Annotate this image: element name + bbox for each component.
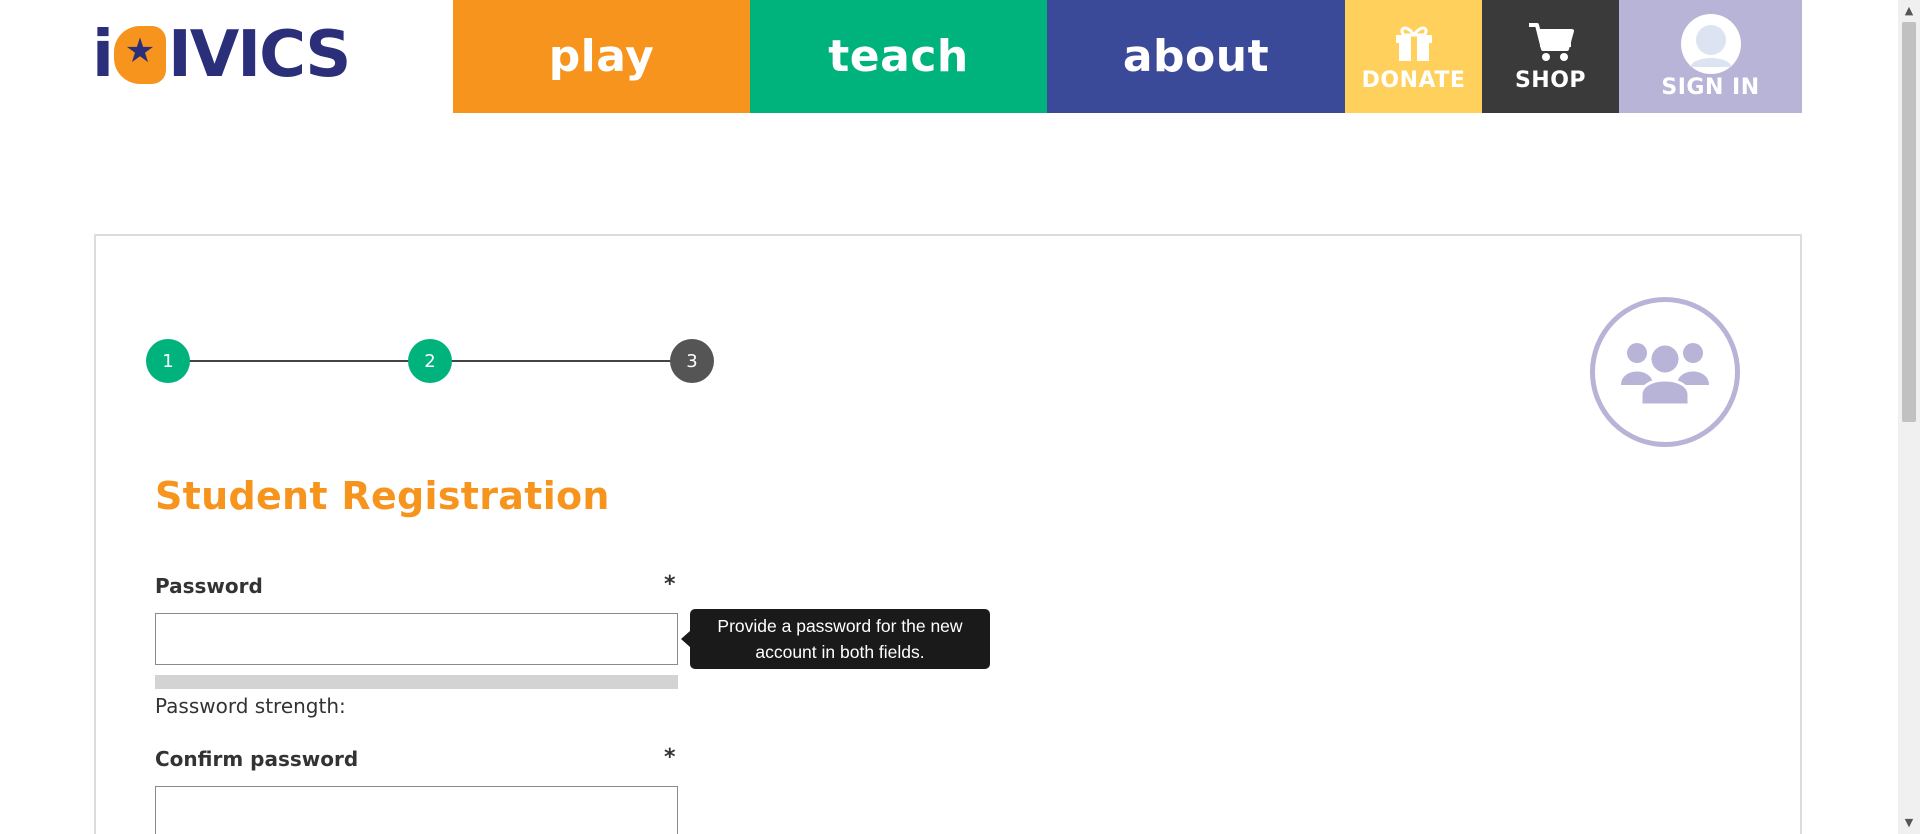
scroll-down-arrow-icon[interactable]: ▼ xyxy=(1898,812,1920,834)
page-scrollbar[interactable]: ▲ ▼ xyxy=(1898,0,1920,834)
nav-donate-label: DONATE xyxy=(1361,68,1466,93)
password-required-mark: * xyxy=(664,572,676,597)
nav-shop-label: SHOP xyxy=(1514,68,1587,93)
page-title: Student Registration xyxy=(155,474,610,518)
scroll-thumb[interactable] xyxy=(1902,22,1916,422)
nav-play-label: play xyxy=(548,31,655,82)
step-3: 3 xyxy=(670,339,714,383)
password-input[interactable] xyxy=(155,613,678,665)
star-icon: ★ xyxy=(124,31,155,71)
student-group-icon xyxy=(1590,297,1740,447)
nav-sign-in-label: SIGN IN xyxy=(1661,75,1760,100)
avatar-icon xyxy=(1680,13,1742,75)
nav-about[interactable]: about xyxy=(1047,0,1345,113)
logo-text-i: i xyxy=(92,18,114,92)
nav-sign-in[interactable]: SIGN IN xyxy=(1619,0,1802,113)
icivics-logo[interactable]: i ★ IVICS xyxy=(92,20,374,90)
progress-stepper: 1 2 3 xyxy=(146,339,714,383)
nav-donate[interactable]: DONATE xyxy=(1345,0,1482,113)
step-1: 1 xyxy=(146,339,190,383)
password-strength-bar xyxy=(155,675,678,689)
nav-shop[interactable]: SHOP xyxy=(1482,0,1619,113)
cart-icon xyxy=(1527,20,1575,64)
nav-about-label: about xyxy=(1122,31,1270,82)
logo-star-mark: ★ xyxy=(113,22,166,88)
confirm-password-label: Confirm password xyxy=(155,747,359,771)
step-connector xyxy=(168,360,430,362)
step-connector xyxy=(430,360,692,362)
step-2: 2 xyxy=(408,339,452,383)
nav-teach[interactable]: teach xyxy=(750,0,1047,113)
logo-text-ivics: IVICS xyxy=(167,18,351,92)
nav-play[interactable]: play xyxy=(453,0,750,113)
password-label: Password xyxy=(155,574,263,598)
registration-card xyxy=(94,234,1802,834)
nav-teach-label: teach xyxy=(828,31,969,82)
password-tooltip: Provide a password for the new account i… xyxy=(681,609,990,669)
gift-icon xyxy=(1392,20,1436,64)
confirm-password-required-mark: * xyxy=(664,745,676,770)
password-strength-text: Password strength: xyxy=(155,694,346,718)
confirm-password-input[interactable] xyxy=(155,786,678,834)
scroll-up-arrow-icon[interactable]: ▲ xyxy=(1898,0,1920,22)
